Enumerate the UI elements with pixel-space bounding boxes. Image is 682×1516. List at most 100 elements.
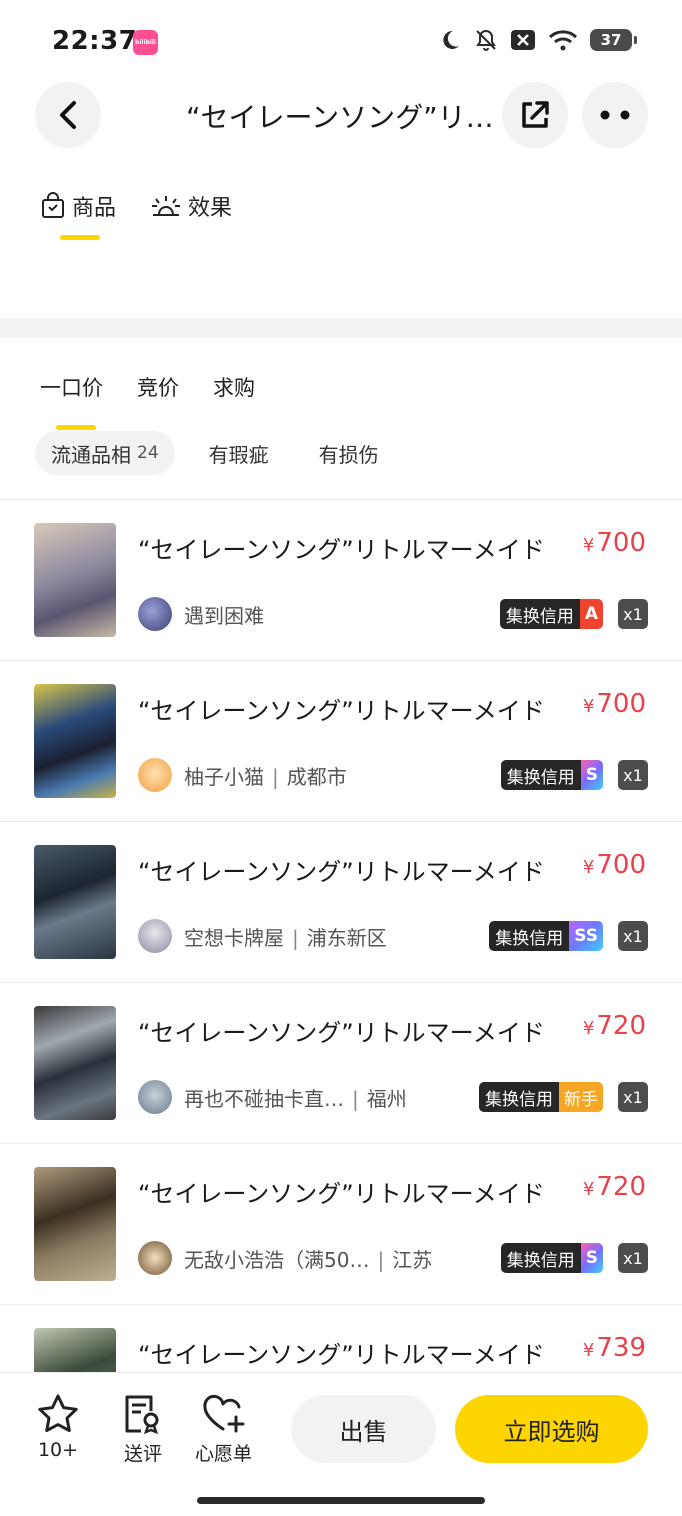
review-button[interactable]: 送评: [121, 1393, 165, 1466]
sell-button[interactable]: 出售: [291, 1395, 436, 1463]
credit-badge: 集换信用 A: [499, 599, 603, 629]
badges: 集换信用 S x1: [500, 760, 648, 790]
listing-title: “セイレーンソング”リトルマーメイド: [138, 1180, 545, 1208]
avatar: [138, 758, 172, 792]
tab-goods[interactable]: 商品: [40, 190, 117, 240]
filter-circulation-condition[interactable]: 流通品相 24: [35, 431, 175, 475]
battery-icon: 37: [590, 29, 637, 51]
status-bar: 22:37 bilibili 37: [0, 0, 682, 84]
quantity-badge: x1: [618, 1082, 648, 1112]
tab-wanted[interactable]: 求购: [213, 372, 255, 416]
seller-name: 遇到困难: [184, 603, 264, 628]
card-thumbnail: [34, 523, 116, 637]
favorite-button[interactable]: 10+: [36, 1393, 80, 1461]
seller-row: 柚子小猫 | 成都市: [138, 758, 347, 792]
seller-row: 再也不碰抽卡直… | 福州: [138, 1080, 407, 1114]
badges: 集换信用 S x1: [500, 1243, 648, 1273]
bilibili-app-icon: bilibili: [133, 30, 158, 55]
quantity-badge: x1: [618, 921, 648, 951]
condition-filters: 流通品相 24 有瑕疵 有损伤: [35, 431, 395, 475]
filter-damaged[interactable]: 有损伤: [303, 431, 395, 475]
seller-name: 柚子小猫 | 成都市: [184, 764, 347, 789]
more-dots-icon: [600, 110, 630, 120]
star-icon: [38, 1394, 78, 1433]
listing-item[interactable]: “セイレーンソング”リトルマーメイド ¥700 柚子小猫 | 成都市 集换信用 S x…: [0, 661, 682, 822]
seller-name: 再也不碰抽卡直… | 福州: [184, 1086, 407, 1111]
sim-off-icon: [511, 30, 535, 50]
buy-now-button[interactable]: 立即选购: [455, 1395, 648, 1463]
tab-fixed-price[interactable]: 一口价: [40, 372, 103, 430]
credit-badge: 集换信用 S: [500, 1243, 603, 1273]
tab-auction[interactable]: 竞价: [137, 372, 179, 416]
filter-count: 24: [137, 443, 159, 463]
effect-icon: [152, 196, 181, 216]
chevron-left-icon: [60, 101, 76, 129]
credit-badge: 集换信用 新手: [479, 1082, 603, 1112]
avatar: [138, 919, 172, 953]
bell-off-icon: [476, 29, 496, 51]
credit-badge: 集换信用 S: [500, 760, 603, 790]
card-thumbnail: [34, 684, 116, 798]
seller-row: 无敌小浩浩（满50… | 江苏: [138, 1241, 432, 1275]
back-button[interactable]: [35, 82, 101, 148]
listing-item[interactable]: “セイレーンソング”リトルマーメイド ¥700 空想卡牌屋 | 浦东新区 集换信用 S…: [0, 822, 682, 983]
avatar: [138, 1080, 172, 1114]
listing-title: “セイレーンソング”リトルマーメイド: [138, 536, 545, 564]
heart-plus-icon: [202, 1394, 244, 1433]
tab-effect-label: 效果: [188, 196, 233, 221]
listing-price: ¥720: [582, 1011, 646, 1041]
listing-title: “セイレーンソング”リトルマーメイド: [138, 858, 545, 886]
wishlist-label: 心愿单: [195, 1443, 253, 1465]
wifi-icon: [548, 30, 578, 51]
listing-price: ¥700: [582, 689, 646, 719]
badges: 集换信用 SS x1: [489, 921, 648, 951]
listing-title: “セイレーンソング”リトルマーメイド: [138, 1019, 545, 1047]
quantity-badge: x1: [618, 599, 648, 629]
listing-item[interactable]: “セイレーンソング”リトルマーメイド ¥720 再也不碰抽卡直… | 福州 集换信用…: [0, 983, 682, 1144]
avatar: [138, 597, 172, 631]
home-indicator[interactable]: [197, 1497, 485, 1504]
header: “セイレーンソング”リトルマーメイド: [0, 82, 682, 152]
badges: 集换信用 A x1: [499, 599, 648, 629]
avatar: [138, 1241, 172, 1275]
wishlist-button[interactable]: 心愿单: [195, 1393, 252, 1466]
listing-title: “セイレーンソング”リトルマーメイド: [138, 697, 545, 725]
price-type-tabs: 一口价 竞价 求购: [40, 372, 255, 430]
card-thumbnail: [34, 1167, 116, 1281]
tab-effect[interactable]: 效果: [150, 190, 232, 238]
page-title: “セイレーンソング”リトルマーメイド: [186, 101, 498, 134]
top-tabs: 商品 效果: [40, 190, 232, 240]
favorite-count: 10+: [37, 1439, 79, 1461]
card-thumbnail: [34, 1006, 116, 1120]
listing-item[interactable]: “セイレーンソング”リトルマーメイド ¥700 遇到困难 集换信用 A x1: [0, 500, 682, 661]
badges: 集换信用 新手 x1: [479, 1082, 648, 1112]
listing-item[interactable]: “セイレーンソング”リトルマーメイド ¥720 无敌小浩浩（满50… | 江苏 集换…: [0, 1144, 682, 1305]
share-button[interactable]: [502, 82, 568, 148]
filter-flawed[interactable]: 有瑕疵: [193, 431, 285, 475]
seller-row: 遇到困难: [138, 597, 264, 631]
seller-row: 空想卡牌屋 | 浦东新区: [138, 919, 387, 953]
listing-price: ¥700: [582, 850, 646, 880]
quantity-badge: x1: [618, 1243, 648, 1273]
seller-name: 空想卡牌屋 | 浦东新区: [184, 925, 387, 950]
listing-price: ¥739: [582, 1333, 646, 1363]
seller-name: 无敌小浩浩（满50… | 江苏: [184, 1247, 433, 1272]
bag-icon: [42, 192, 64, 218]
quantity-badge: x1: [618, 760, 648, 790]
status-time: 22:37: [52, 26, 138, 56]
tab-goods-label: 商品: [72, 196, 117, 221]
section-divider: [0, 318, 682, 338]
review-label: 送评: [123, 1443, 162, 1465]
more-button[interactable]: [582, 82, 648, 148]
credit-badge: 集换信用 SS: [489, 921, 603, 951]
listing-price: ¥700: [582, 528, 646, 558]
review-icon: [125, 1395, 159, 1435]
status-icons: 37: [438, 28, 637, 52]
card-thumbnail: [34, 845, 116, 959]
listing-title: “セイレーンソング”リトルマーメイド: [138, 1341, 545, 1369]
bottom-bar: 10+ 送评 心愿单 出售 立即选购: [0, 1372, 682, 1516]
share-icon: [522, 101, 549, 128]
filter-label: 流通品相: [51, 442, 131, 467]
moon-icon: [443, 30, 459, 49]
listing-price: ¥720: [582, 1172, 646, 1202]
